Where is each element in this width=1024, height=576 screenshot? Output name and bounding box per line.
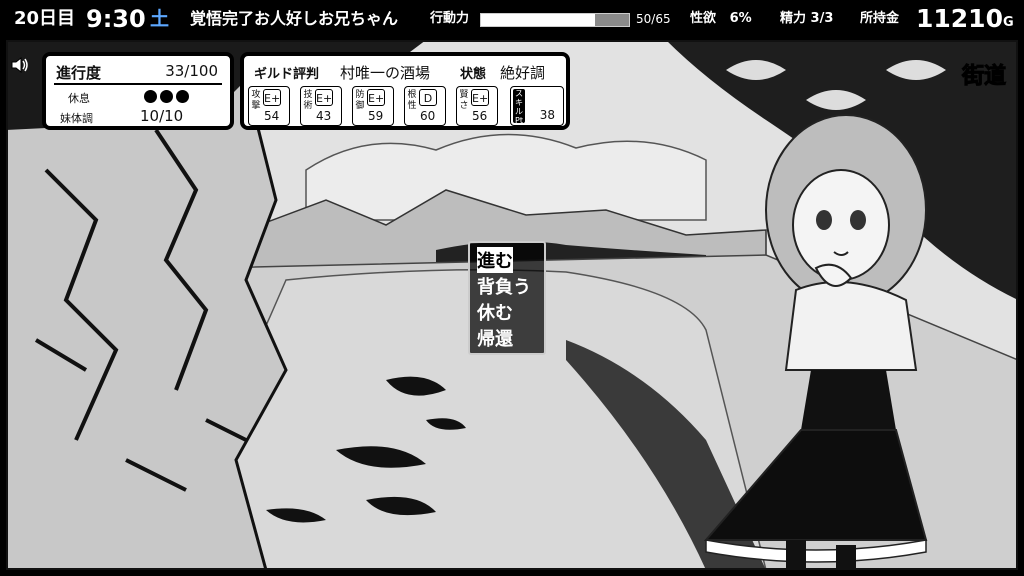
lust-stat: 性欲 6% xyxy=(690,0,752,38)
progress-label: 進行度 xyxy=(56,64,102,82)
status-label: 状態 xyxy=(460,67,487,82)
stat-label: 根性 xyxy=(407,90,417,111)
stat-value: 43 xyxy=(316,109,332,123)
command-menu: 進む 背負う 休む 帰還 xyxy=(468,241,546,355)
stat-value: 60 xyxy=(420,109,436,123)
stat-label: 賢さ xyxy=(459,90,469,111)
skill-points: スキルPt 38 xyxy=(510,86,564,126)
rest-dots xyxy=(144,88,192,107)
stat-grade: E+ xyxy=(471,89,489,106)
menu-item-rest[interactable]: 休む xyxy=(477,299,513,325)
gold-value: 11210 xyxy=(916,4,1003,33)
stat-value: 59 xyxy=(368,109,384,123)
condition-label: 妹体調 xyxy=(60,112,93,125)
location-label: 街道 xyxy=(961,64,1006,90)
status-bar: 20日目 9:30 土 覚悟完了お人好しお兄ちゃん 行動力 50/65 性欲 6… xyxy=(0,0,1024,38)
stamina-label: 精力 xyxy=(780,11,807,26)
status-value: 絶好調 xyxy=(500,64,546,82)
rest-dot xyxy=(144,90,157,103)
stat-value: 54 xyxy=(264,109,280,123)
stat-technique: 技術 E+ 43 xyxy=(300,86,342,126)
menu-item-return[interactable]: 帰還 xyxy=(477,325,513,351)
stat-defense: 防御 E+ 59 xyxy=(352,86,394,126)
lust-label: 性欲 xyxy=(690,11,717,26)
stamina-value: 3/3 xyxy=(810,11,834,26)
rest-dot xyxy=(176,90,189,103)
speaker-icon[interactable] xyxy=(10,56,30,78)
game-screen: 20日目 9:30 土 覚悟完了お人好しお兄ちゃん 行動力 50/65 性欲 6… xyxy=(0,0,1024,576)
gold-unit: G xyxy=(1003,15,1014,30)
skill-label: スキルPt xyxy=(513,89,525,125)
stat-label: 防御 xyxy=(355,90,365,111)
progress-value: 33/100 xyxy=(165,62,218,80)
action-gauge-empty xyxy=(594,14,629,26)
weekday: 土 xyxy=(150,8,170,30)
stat-guts: 根性 D 60 xyxy=(404,86,446,126)
stat-label: 攻撃 xyxy=(251,90,261,111)
stamina-stat: 精力 3/3 xyxy=(780,0,833,38)
stat-label: 技術 xyxy=(303,90,313,111)
stat-attack: 攻撃 E+ 54 xyxy=(248,86,290,126)
stat-grade: E+ xyxy=(315,89,333,106)
divider xyxy=(54,83,222,85)
menu-item-advance[interactable]: 進む xyxy=(477,247,513,273)
action-gauge xyxy=(480,13,630,27)
stat-wisdom: 賢さ E+ 56 xyxy=(456,86,498,126)
guild-label: ギルド評判 xyxy=(254,67,320,82)
rest-dot xyxy=(160,90,173,103)
rest-label: 休息 xyxy=(68,92,90,105)
stat-grade: D xyxy=(419,89,437,106)
skill-value: 38 xyxy=(539,108,555,122)
day-counter: 20日目 xyxy=(14,8,76,29)
condition-value: 10/10 xyxy=(140,107,184,125)
stat-value: 56 xyxy=(472,109,488,123)
guild-reputation: 村唯一の酒場 xyxy=(340,64,431,82)
guild-panel: ギルド評判 村唯一の酒場 状態 絶好調 攻撃 E+ 54 技術 E+ 43 防御… xyxy=(240,52,570,130)
action-label: 行動力 xyxy=(430,11,470,26)
gold-label: 所持金 xyxy=(860,11,900,26)
stat-grade: E+ xyxy=(263,89,281,106)
action-value: 50/65 xyxy=(636,12,671,26)
menu-item-carry[interactable]: 背負う xyxy=(477,273,531,299)
scenario-title: 覚悟完了お人好しお兄ちゃん xyxy=(190,9,399,28)
stat-grade: E+ xyxy=(367,89,385,106)
lust-value: 6% xyxy=(729,11,752,26)
progress-panel: 進行度 33/100 休息 妹体調 10/10 xyxy=(42,52,234,130)
clock: 9:30 xyxy=(86,5,146,33)
